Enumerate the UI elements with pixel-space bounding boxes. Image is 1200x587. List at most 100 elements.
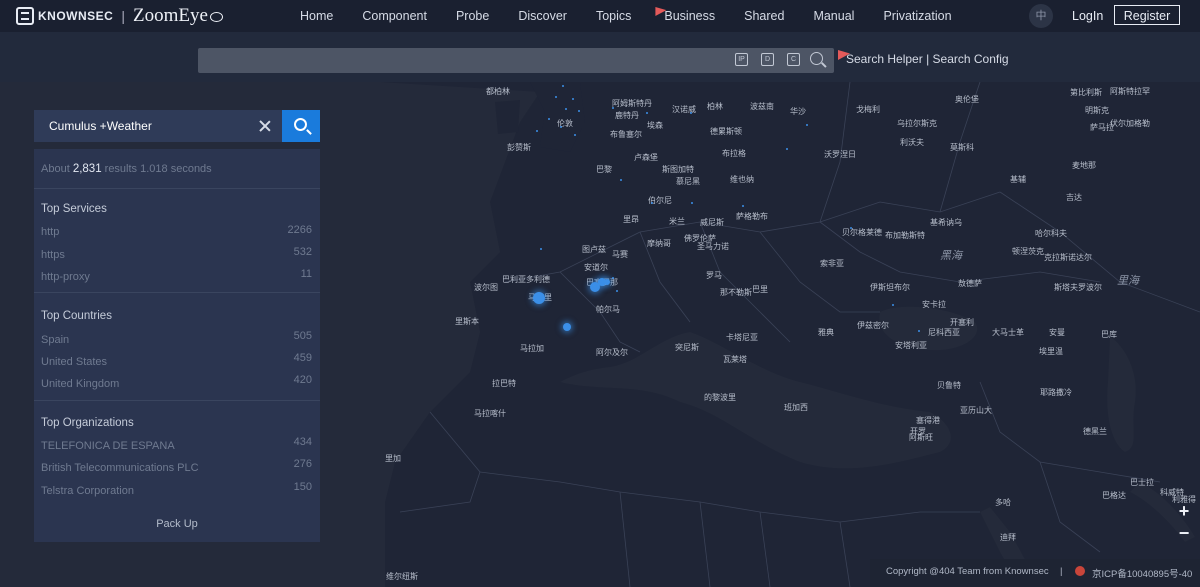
close-icon[interactable] xyxy=(258,119,272,133)
map-city-label: 安卡拉 xyxy=(922,300,946,309)
map-city-label: 摩纳哥 xyxy=(647,239,671,248)
result-dot[interactable] xyxy=(572,98,574,100)
domain-search-icon[interactable]: D xyxy=(761,53,774,66)
result-dot[interactable] xyxy=(892,304,894,306)
result-dot[interactable] xyxy=(548,118,550,120)
result-dot[interactable] xyxy=(620,179,622,181)
nav-manual[interactable]: Manual xyxy=(813,0,854,32)
service-item[interactable]: http-proxy xyxy=(41,271,90,283)
map-city-label: 阿姆斯特丹 xyxy=(612,99,652,108)
map-city-label: 索非亚 xyxy=(820,259,844,268)
language-toggle-button[interactable]: 中 xyxy=(1029,4,1053,28)
result-cluster-madrid[interactable] xyxy=(533,292,545,304)
search-helper-link[interactable]: Search Helper xyxy=(846,52,923,66)
nav-probe[interactable]: Probe xyxy=(456,0,489,32)
map-city-label: 德累斯顿 xyxy=(710,127,742,136)
map-city-label: 安道尔 xyxy=(584,263,608,272)
query-input[interactable]: Cumulus +Weather xyxy=(34,110,282,142)
result-dot[interactable] xyxy=(918,330,920,332)
country-count: 505 xyxy=(293,330,312,342)
cert-search-icon[interactable]: C xyxy=(787,53,800,66)
result-dot[interactable] xyxy=(565,108,567,110)
map-city-label: 突尼斯 xyxy=(675,343,699,352)
result-dot[interactable] xyxy=(786,148,788,150)
result-dot[interactable] xyxy=(616,290,618,292)
result-dot[interactable] xyxy=(536,130,538,132)
map-city-label: 里斯本 xyxy=(455,317,479,326)
result-cluster-barcelona[interactable] xyxy=(604,279,610,285)
result-dot[interactable] xyxy=(574,134,576,136)
map-city-label: 萨马拉 xyxy=(1090,123,1114,132)
map-city-label: 伏尔加格勒 xyxy=(1110,119,1150,128)
register-button[interactable]: Register xyxy=(1114,5,1180,25)
icp-link[interactable]: 京ICP备10040895号-40 xyxy=(1092,566,1192,580)
result-dot[interactable] xyxy=(806,124,808,126)
main-search-input[interactable]: IP D C xyxy=(198,48,834,73)
search-button[interactable] xyxy=(282,110,320,142)
zoom-out-button[interactable]: − xyxy=(1174,524,1194,544)
result-dot[interactable] xyxy=(612,277,614,279)
top-navbar: KNOWNSEC | ZoomEye Home Component Probe … xyxy=(0,0,1200,32)
nav-privatization[interactable]: Privatization xyxy=(883,0,951,32)
result-dot[interactable] xyxy=(562,85,564,87)
map-city-label: 敖德萨 xyxy=(958,279,982,288)
result-dot[interactable] xyxy=(850,227,852,229)
zoom-in-button[interactable]: + xyxy=(1174,502,1194,522)
result-dot[interactable] xyxy=(612,107,614,109)
result-dot[interactable] xyxy=(742,205,744,207)
map-city-label: 布拉格 xyxy=(722,149,746,158)
organization-count: 276 xyxy=(293,458,312,470)
map-city-label: 顿涅茨克 xyxy=(1012,247,1044,256)
sea-label: 里海 xyxy=(1117,275,1139,287)
copyright-text: Copyright @404 Team from Knownsec xyxy=(886,566,1049,577)
main-nav: Home Component Probe Discover Topics Bus… xyxy=(300,0,981,32)
result-dot[interactable] xyxy=(555,96,557,98)
service-item[interactable]: http xyxy=(41,226,59,238)
search-icon[interactable] xyxy=(810,52,823,65)
organization-count: 434 xyxy=(293,436,312,448)
result-dot[interactable] xyxy=(651,202,653,204)
nav-discover[interactable]: Discover xyxy=(518,0,567,32)
map-city-label: 伯尔尼 xyxy=(648,196,672,205)
pack-up-button[interactable]: Pack Up xyxy=(34,518,320,530)
result-dot[interactable] xyxy=(578,110,580,112)
result-cluster-valencia[interactable] xyxy=(563,323,571,331)
logo[interactable]: KNOWNSEC | ZoomEye xyxy=(16,5,223,26)
nav-shared[interactable]: Shared xyxy=(744,0,784,32)
country-item[interactable]: United Kingdom xyxy=(41,378,119,390)
map-city-label: 克拉斯诺达尔 xyxy=(1044,253,1092,262)
result-dot[interactable] xyxy=(540,248,542,250)
stats-prefix: About xyxy=(41,163,70,175)
nav-business[interactable]: Business xyxy=(655,0,716,32)
ip-search-icon[interactable]: IP xyxy=(735,53,748,66)
nav-business-label: Business xyxy=(664,9,716,23)
result-dot[interactable] xyxy=(691,202,693,204)
map-city-label: 利沃夫 xyxy=(900,138,924,147)
nav-home[interactable]: Home xyxy=(300,0,333,32)
service-item[interactable]: https xyxy=(41,249,65,261)
result-dot[interactable] xyxy=(560,126,562,128)
nav-topics[interactable]: Topics xyxy=(596,0,631,32)
stats-mid: results xyxy=(104,163,138,175)
organization-item[interactable]: Telstra Corporation xyxy=(41,485,134,497)
logo-brand: ZoomEye xyxy=(132,5,208,26)
result-dot[interactable] xyxy=(690,112,692,114)
map-city-label: 华沙 xyxy=(790,107,806,116)
search-config-link[interactable]: Search Config xyxy=(933,52,1009,66)
map-city-label: 斯塔夫罗波尔 xyxy=(1054,283,1102,292)
map-city-label: 图卢兹 xyxy=(582,245,606,254)
result-dot[interactable] xyxy=(646,112,648,114)
organization-item[interactable]: TELEFONICA DE ESPANA xyxy=(41,440,175,452)
map-city-label: 埃森 xyxy=(647,121,663,130)
map-city-label: 萨格勒布 xyxy=(736,212,768,221)
map-city-label: 基辅 xyxy=(1010,175,1026,184)
login-link[interactable]: LogIn xyxy=(1072,0,1103,32)
country-item[interactable]: Spain xyxy=(41,334,69,346)
nav-component[interactable]: Component xyxy=(362,0,427,32)
map-city-label: 都柏林 xyxy=(486,87,510,96)
top-organizations-title: Top Organizations xyxy=(41,417,134,429)
organization-item[interactable]: British Telecommunications PLC xyxy=(41,462,199,474)
country-item[interactable]: United States xyxy=(41,356,107,368)
organization-count: 150 xyxy=(293,481,312,493)
map-city-label: 维尔纽斯 xyxy=(386,572,418,581)
